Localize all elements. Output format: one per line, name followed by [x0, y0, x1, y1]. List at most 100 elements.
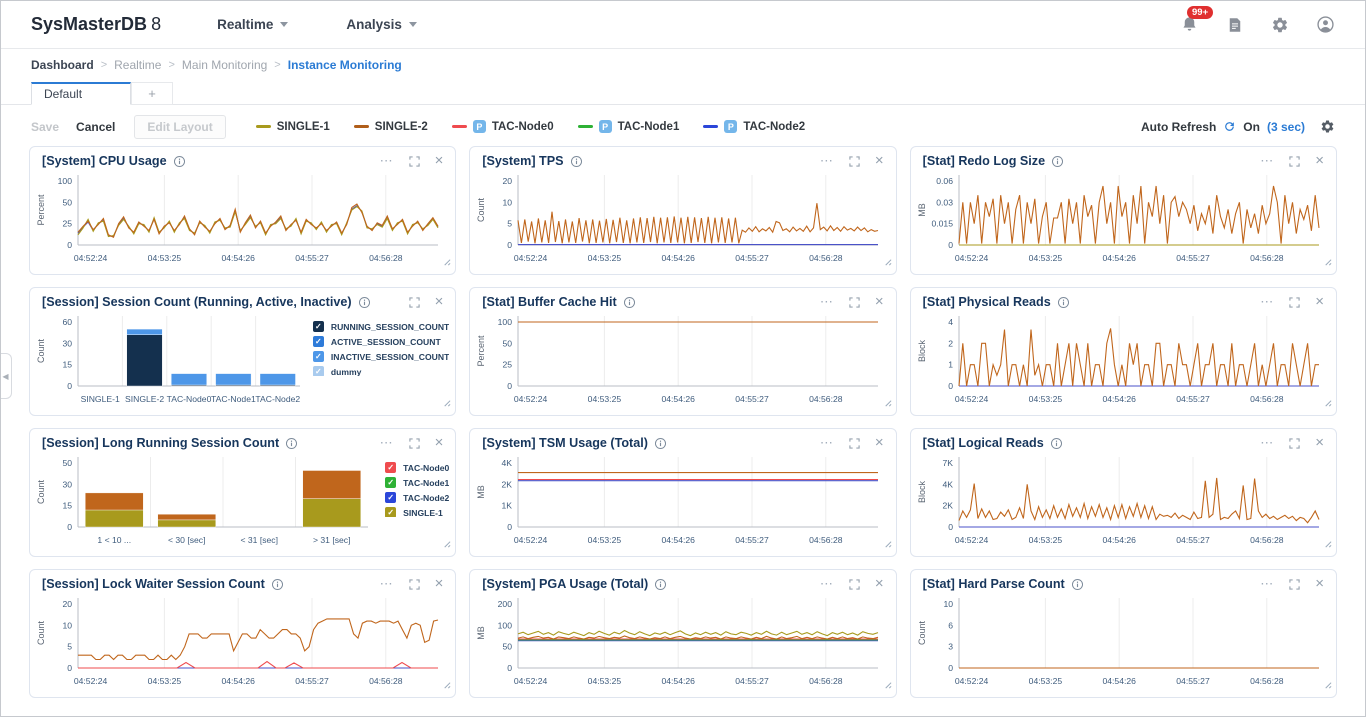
close-icon[interactable]: × [1315, 579, 1324, 589]
resize-handle[interactable] [883, 394, 892, 412]
svg-text:04:53:25: 04:53:25 [588, 253, 622, 263]
report-button[interactable] [1226, 16, 1244, 34]
expand-icon[interactable] [849, 297, 860, 308]
legend-checkbox[interactable]: ✓ [313, 351, 324, 362]
settings-button[interactable] [1271, 16, 1289, 34]
panel-menu-button[interactable]: ⋯ [1260, 581, 1274, 587]
close-icon[interactable]: × [875, 156, 884, 166]
expand-icon[interactable] [1289, 438, 1300, 449]
expand-icon[interactable] [1289, 156, 1300, 167]
legend-item-tac-node2[interactable]: PTAC-Node2 [703, 120, 805, 133]
edit-layout-button[interactable]: Edit Layout [134, 115, 225, 139]
save-button[interactable]: Save [31, 120, 59, 134]
breadcrumb-item[interactable]: Instance Monitoring [288, 58, 402, 72]
breadcrumb-item[interactable]: Main Monitoring [182, 58, 267, 72]
refresh-settings-button[interactable] [1320, 119, 1335, 134]
legend-checkbox[interactable]: ✓ [313, 366, 324, 376]
expand-icon[interactable] [409, 438, 420, 449]
legend-checkbox[interactable]: ✓ [385, 462, 396, 473]
legend-item-single-2[interactable]: SINGLE-2 [354, 121, 428, 133]
resize-handle[interactable] [442, 253, 451, 271]
nav-menu-realtime[interactable]: Realtime [217, 17, 288, 32]
resize-handle[interactable] [883, 535, 892, 553]
info-icon[interactable] [173, 155, 186, 168]
info-icon[interactable] [654, 578, 667, 591]
refresh-icon[interactable] [1223, 120, 1236, 133]
info-icon[interactable] [570, 155, 583, 168]
close-icon[interactable]: × [875, 438, 884, 448]
info-icon[interactable] [623, 296, 636, 309]
close-icon[interactable]: × [875, 297, 884, 307]
close-icon[interactable]: × [1315, 438, 1324, 448]
resize-handle[interactable] [442, 394, 451, 412]
nav-menu-analysis[interactable]: Analysis [346, 17, 417, 32]
legend-checkbox[interactable]: ✓ [313, 336, 324, 347]
close-icon[interactable]: × [435, 297, 444, 307]
resize-handle[interactable] [1323, 676, 1332, 694]
auto-refresh-interval[interactable]: (3 sec) [1267, 120, 1305, 134]
add-tab-button[interactable]: + [131, 82, 173, 105]
info-icon[interactable] [654, 437, 667, 450]
chart-area: 01K2K4KMB04:52:2404:53:2504:54:2604:55:2… [470, 451, 895, 556]
cancel-button[interactable]: Cancel [76, 120, 115, 134]
legend-checkbox[interactable]: ✓ [385, 477, 396, 488]
notifications-button[interactable]: 99+ [1180, 15, 1199, 34]
panel-menu-button[interactable]: ⋯ [1260, 299, 1274, 305]
panel-menu-button[interactable]: ⋯ [820, 158, 834, 164]
panel-menu-button[interactable]: ⋯ [380, 581, 394, 587]
resize-handle[interactable] [883, 253, 892, 271]
panel-menu-button[interactable]: ⋯ [380, 158, 394, 164]
resize-handle[interactable] [1323, 535, 1332, 553]
expand-icon[interactable] [849, 438, 860, 449]
resize-handle[interactable] [1323, 253, 1332, 271]
close-icon[interactable]: × [435, 579, 444, 589]
panel-menu-button[interactable]: ⋯ [820, 581, 834, 587]
panel-menu-button[interactable]: ⋯ [380, 440, 394, 446]
resize-handle[interactable] [442, 535, 451, 553]
info-icon[interactable] [1050, 437, 1063, 450]
expand-icon[interactable] [409, 297, 420, 308]
breadcrumb-item[interactable]: Dashboard [31, 58, 94, 72]
panel-menu-button[interactable]: ⋯ [820, 440, 834, 446]
svg-text:Block: Block [917, 481, 927, 504]
info-icon[interactable] [1051, 155, 1064, 168]
panel-menu-button[interactable]: ⋯ [1260, 440, 1274, 446]
expand-icon[interactable] [409, 579, 420, 590]
svg-text:100: 100 [498, 317, 513, 327]
info-icon[interactable] [358, 296, 371, 309]
tab-default[interactable]: Default [31, 82, 131, 105]
legend-checkbox[interactable]: ✓ [385, 507, 396, 517]
legend-item-single-1[interactable]: SINGLE-1 [256, 121, 330, 133]
info-icon[interactable] [1057, 296, 1070, 309]
panel-menu-button[interactable]: ⋯ [1260, 158, 1274, 164]
svg-text:15: 15 [62, 501, 72, 511]
svg-text:MB: MB [476, 626, 486, 640]
resize-handle[interactable] [442, 676, 451, 694]
info-icon[interactable] [285, 437, 298, 450]
legend-checkbox[interactable]: ✓ [313, 321, 324, 332]
panel-title: [System] TSM Usage (Total) [482, 436, 648, 450]
legend-item-tac-node1[interactable]: PTAC-Node1 [578, 120, 680, 133]
auto-refresh-state[interactable]: On [1243, 120, 1260, 134]
expand-icon[interactable] [409, 156, 420, 167]
close-icon[interactable]: × [1315, 156, 1324, 166]
legend-checkbox[interactable]: ✓ [385, 492, 396, 503]
panel-menu-button[interactable]: ⋯ [820, 299, 834, 305]
expand-icon[interactable] [1289, 579, 1300, 590]
close-icon[interactable]: × [435, 156, 444, 166]
info-icon[interactable] [1071, 578, 1084, 591]
account-button[interactable] [1316, 15, 1335, 34]
expand-icon[interactable] [849, 156, 860, 167]
resize-handle[interactable] [883, 676, 892, 694]
close-icon[interactable]: × [875, 579, 884, 589]
close-icon[interactable]: × [435, 438, 444, 448]
close-icon[interactable]: × [1315, 297, 1324, 307]
expand-icon[interactable] [1289, 297, 1300, 308]
sidebar-collapse-handle[interactable]: ◀ [0, 353, 12, 399]
expand-icon[interactable] [849, 579, 860, 590]
breadcrumb-item[interactable]: Realtime [114, 58, 161, 72]
resize-handle[interactable] [1323, 394, 1332, 412]
svg-text:04:56:28: 04:56:28 [1250, 535, 1284, 545]
info-icon[interactable] [271, 578, 284, 591]
legend-item-tac-node0[interactable]: PTAC-Node0 [452, 120, 554, 133]
